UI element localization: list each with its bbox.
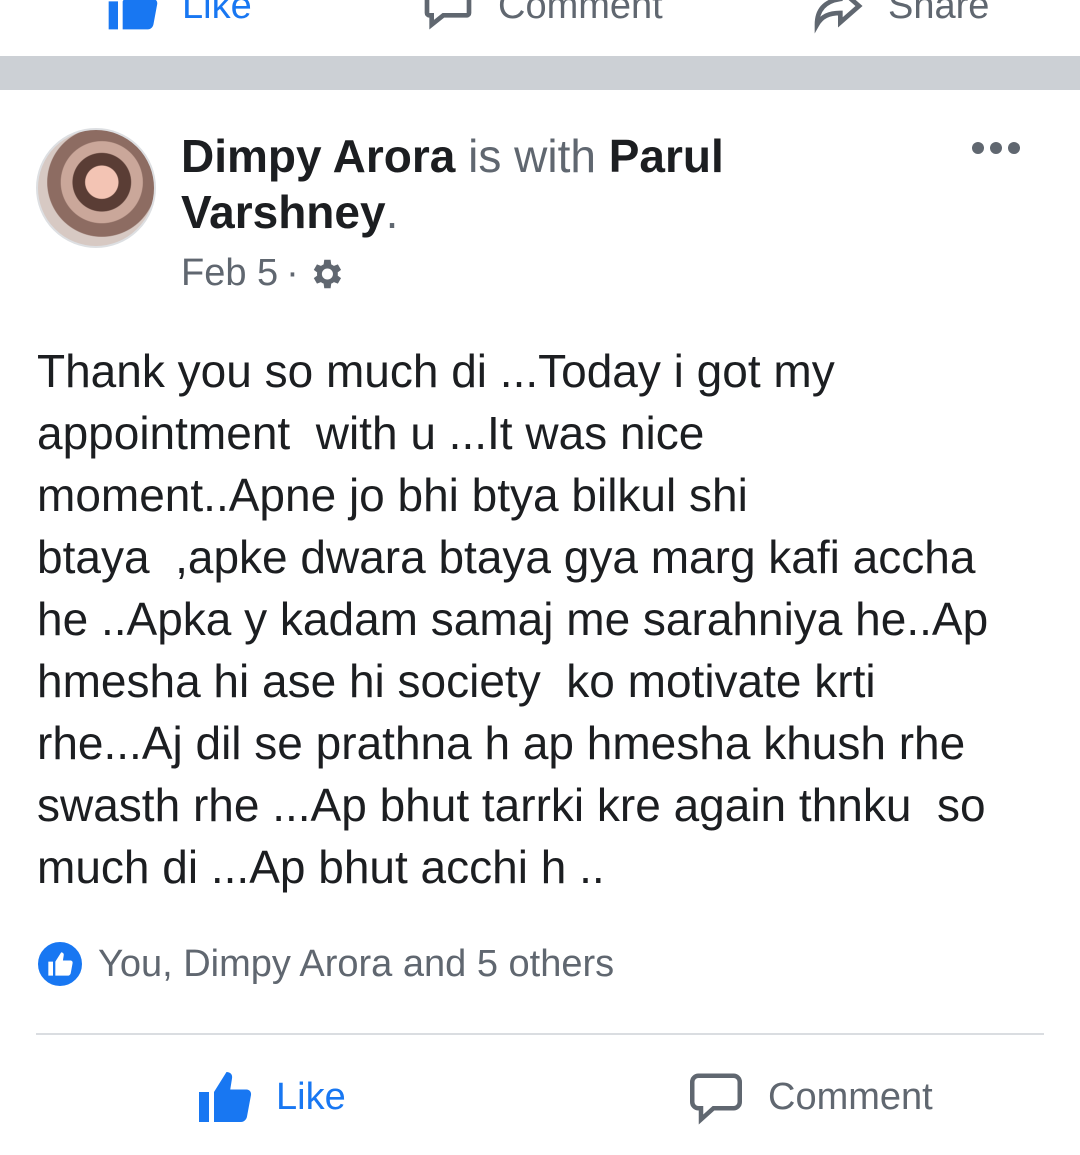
previous-post-action-bar: Like Comment Share: [0, 0, 1080, 56]
top-comment-button[interactable]: Comment: [420, 0, 663, 34]
comment-icon: [424, 0, 472, 30]
post-meta: Feb 5 ·: [181, 252, 345, 295]
top-like-label: Like: [182, 0, 252, 27]
post-date[interactable]: Feb 5: [181, 252, 278, 295]
header-period: .: [385, 186, 399, 238]
top-share-button[interactable]: Share: [810, 0, 989, 34]
post-header: Dimpy Arora is with Parul Varshney.: [181, 128, 921, 240]
post-card: Dimpy Arora is with Parul Varshney. Feb …: [0, 90, 1080, 1155]
top-like-button[interactable]: Like: [104, 0, 252, 34]
top-share-label: Share: [888, 0, 990, 27]
reactions-text: You, Dimpy Arora and 5 others: [98, 942, 615, 985]
with-text: is with: [468, 130, 596, 182]
thumbs-up-icon: [199, 1072, 252, 1122]
like-label: Like: [276, 1075, 346, 1118]
comment-icon: [690, 1073, 742, 1125]
actions-divider: [36, 1033, 1044, 1035]
author-name[interactable]: Dimpy Arora: [181, 130, 455, 182]
more-options-icon[interactable]: [972, 142, 1020, 154]
top-comment-label: Comment: [498, 0, 663, 27]
thumbs-up-icon: [108, 0, 158, 30]
reactions-summary[interactable]: You, Dimpy Arora and 5 others: [36, 940, 614, 988]
gear-icon: [313, 259, 341, 288]
like-button[interactable]: Like: [194, 1067, 346, 1127]
avatar[interactable]: [36, 128, 156, 248]
comment-label: Comment: [768, 1075, 933, 1118]
comment-button[interactable]: Comment: [686, 1067, 933, 1127]
like-reaction-icon: [36, 940, 84, 988]
post-body: Thank you so much di ...Today i got my a…: [37, 345, 989, 893]
date-separator: ·: [286, 252, 299, 294]
feed-separator: [0, 56, 1080, 90]
share-icon: [814, 0, 863, 34]
